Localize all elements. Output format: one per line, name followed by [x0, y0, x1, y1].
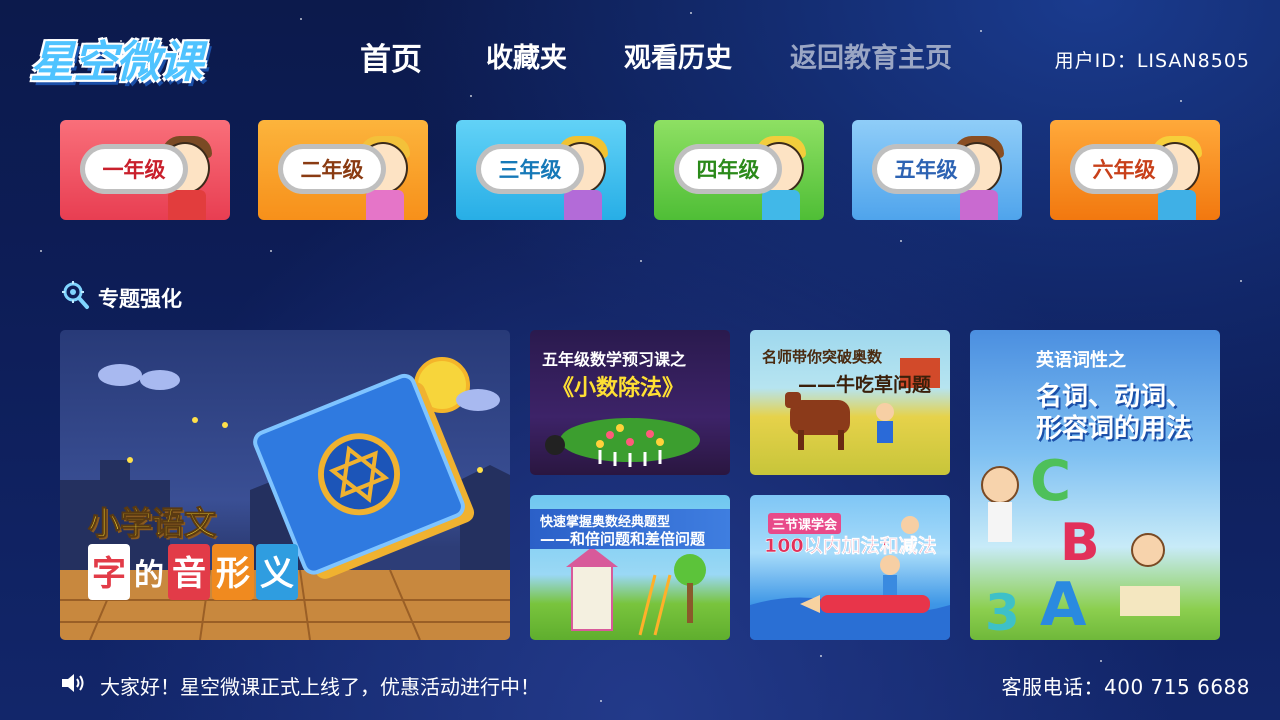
nav-back-education[interactable]: 返回教育主页 [790, 36, 952, 75]
kid-body [762, 190, 800, 220]
nav-home[interactable]: 首页 [360, 34, 422, 79]
grade-card-1[interactable]: 一年级 [60, 120, 230, 220]
user-id: 用户ID：LISAN8505 [1054, 50, 1250, 72]
tile-subtitle-2: 形容词的用法 [1036, 414, 1193, 444]
svg-text:C: C [1030, 449, 1071, 514]
tile-subtitle: ——牛吃草问题 [798, 374, 932, 396]
kid-body [1158, 190, 1196, 220]
nav-favorites[interactable]: 收藏夹 [486, 36, 567, 75]
grade-label: 四年级 [696, 158, 760, 182]
char-block: 字 [88, 544, 130, 600]
grade-card-5[interactable]: 五年级 [852, 120, 1022, 220]
grade-card-2[interactable]: 二年级 [258, 120, 428, 220]
kid-body [564, 190, 602, 220]
grade-pill: 三年级 [476, 144, 584, 194]
svg-text:A: A [1040, 570, 1087, 640]
service-hotline: 客服电话：400 715 6688 [1001, 675, 1250, 699]
tile-title: 五年级数学预习课之 [542, 350, 687, 369]
feature-tile-decimal-division[interactable]: 五年级数学预习课之 《小数除法》 [530, 330, 730, 475]
tile-subtitle: 字 的 音 形 义 [88, 544, 298, 600]
char-block: 形 [212, 544, 254, 600]
grade-pill: 一年级 [80, 144, 188, 194]
char-block: 的 [134, 558, 164, 593]
grade-label: 六年级 [1092, 158, 1156, 182]
section-title: 专题强化 [98, 287, 182, 311]
logo-text: 星空微课 [30, 37, 203, 88]
grade-pill: 四年级 [674, 144, 782, 194]
grade-label: 一年级 [102, 158, 166, 182]
speaker-icon [62, 674, 84, 692]
char-block: 义 [256, 544, 298, 600]
grade-label: 五年级 [894, 158, 958, 182]
feature-tile-chinese[interactable]: 小学语文 字 的 音 形 义 [60, 330, 510, 640]
feature-tile-addition-subtraction[interactable]: 三节课学会 100以内加法和减法 [750, 495, 950, 640]
kid-body [960, 190, 998, 220]
tile-title: 小学语文 [87, 504, 217, 543]
svg-text:3: 3 [985, 584, 1020, 640]
grade-card-3[interactable]: 三年级 [456, 120, 626, 220]
tile-subtitle: ——和倍问题和差倍问题 [540, 530, 706, 548]
nav-history[interactable]: 观看历史 [624, 36, 732, 75]
tile-subtitle: 《小数除法》 [552, 376, 685, 401]
svg-text:B: B [1060, 513, 1100, 573]
tile-title: 名师带你突破奥数 [762, 348, 883, 366]
grade-label: 三年级 [498, 158, 562, 182]
grade-label: 二年级 [300, 158, 364, 182]
tile-subtitle: 100以内加法和减法 [764, 535, 937, 558]
grade-card-4[interactable]: 四年级 [654, 120, 824, 220]
feature-tile-olympiad-multiples[interactable]: 快速掌握奥数经典题型 ——和倍问题和差倍问题 [530, 495, 730, 640]
app-logo: 星空微课 [30, 20, 240, 92]
feature-tile-english-parts-of-speech[interactable]: C B 3 A 英语词性之 名词、动词、 形容词的用法 [970, 330, 1220, 640]
kid-body [168, 190, 206, 220]
tile-title: 英语词性之 [1036, 350, 1126, 371]
announcement-ticker: 大家好！星空微课正式上线了，优惠活动进行中！ [100, 675, 540, 699]
magnifier-gear-icon [62, 281, 89, 309]
kid-body [366, 190, 404, 220]
grade-pill: 二年级 [278, 144, 386, 194]
grade-pill: 五年级 [872, 144, 980, 194]
grade-card-6[interactable]: 六年级 [1050, 120, 1220, 220]
feature-tile-cow-grass[interactable]: 名师带你突破奥数 ——牛吃草问题 [750, 330, 950, 475]
grade-pill: 六年级 [1070, 144, 1178, 194]
char-block: 音 [168, 544, 210, 600]
